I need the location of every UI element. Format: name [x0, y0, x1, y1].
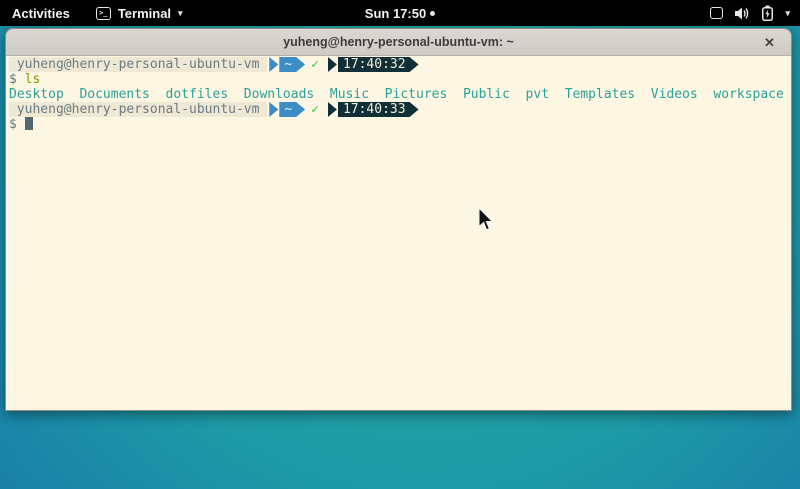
terminal-body[interactable]: yuheng@henry-personal-ubuntu-vm ~ ✓ 17:4… — [6, 56, 791, 410]
prompt-time-segment: 17:40:32 — [338, 57, 419, 72]
command-line: $ ls — [9, 72, 791, 87]
status-check-icon: ✓ — [311, 102, 319, 117]
chevron-down-icon: ▾ — [178, 8, 183, 19]
prompt-symbol: $ — [9, 72, 17, 87]
prompt-cwd-segment: ~ — [279, 57, 305, 72]
screen-icon — [710, 7, 723, 19]
app-menu[interactable]: >_ Terminal ▾ — [96, 6, 183, 21]
desktop: Activities >_ Terminal ▾ Sun 17:50 — [0, 0, 800, 489]
terminal-app-icon: >_ — [96, 7, 111, 20]
prompt-line: yuheng@henry-personal-ubuntu-vm ~ ✓ 17:4… — [9, 102, 791, 117]
activities-button[interactable]: Activities — [12, 6, 70, 21]
prompt-cwd-segment: ~ — [279, 102, 305, 117]
terminal-window: yuheng@henry-personal-ubuntu-vm: ~ ✕ yuh… — [5, 28, 792, 411]
battery-charging-icon — [762, 5, 773, 21]
window-title: yuheng@henry-personal-ubuntu-vm: ~ — [283, 35, 514, 49]
powerline-arrow-icon — [269, 102, 278, 117]
prompt-host: yuheng@henry-personal-ubuntu-vm — [9, 57, 267, 72]
prompt-time-segment: 17:40:33 — [338, 102, 419, 117]
powerline-arrow-icon — [328, 102, 337, 117]
notification-dot-icon — [430, 11, 435, 16]
prompt-symbol: $ — [9, 117, 17, 132]
top-bar: Activities >_ Terminal ▾ Sun 17:50 — [0, 0, 800, 26]
powerline-arrow-icon — [328, 57, 337, 72]
powerline-arrow-icon — [269, 57, 278, 72]
prompt-line: yuheng@henry-personal-ubuntu-vm ~ ✓ 17:4… — [9, 57, 791, 72]
prompt-host: yuheng@henry-personal-ubuntu-vm — [9, 102, 267, 117]
terminal-cursor — [25, 117, 33, 130]
volume-icon — [735, 7, 750, 20]
command-text: ls — [25, 72, 41, 87]
status-check-icon: ✓ — [311, 57, 319, 72]
window-titlebar[interactable]: yuheng@henry-personal-ubuntu-vm: ~ ✕ — [6, 29, 791, 56]
close-icon[interactable]: ✕ — [761, 34, 778, 51]
clock-label: Sun 17:50 — [365, 6, 426, 21]
top-bar-left: Activities >_ Terminal ▾ — [0, 6, 183, 21]
app-menu-label: Terminal — [118, 6, 171, 21]
system-status-area[interactable]: ▾ — [710, 0, 790, 26]
system-menu-caret-icon: ▾ — [785, 8, 790, 19]
ls-output-line: Desktop Documents dotfiles Downloads Mus… — [9, 87, 791, 102]
input-line[interactable]: $ — [9, 117, 791, 132]
